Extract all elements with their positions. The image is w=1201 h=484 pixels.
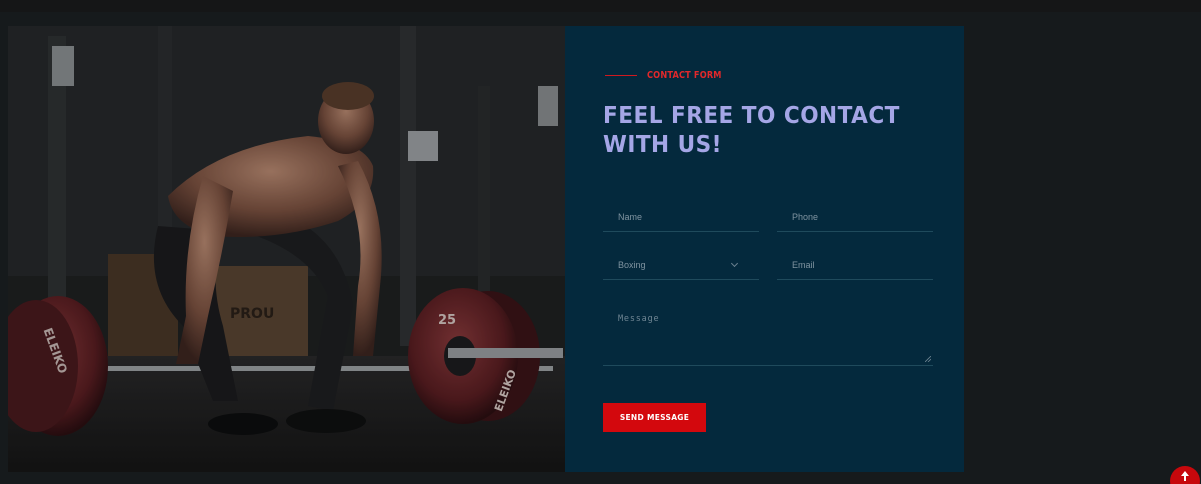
deadlift-illustration: PROU ELEIKO 25 ELEIKO	[8, 26, 565, 472]
phone-field[interactable]	[777, 202, 933, 232]
message-field[interactable]	[603, 306, 933, 366]
message-textarea[interactable]	[603, 306, 933, 365]
send-message-button[interactable]: SEND MESSAGE	[603, 403, 706, 432]
top-strip	[0, 0, 1201, 12]
email-field[interactable]	[777, 250, 933, 280]
section-eyebrow: CONTACT FORM	[605, 70, 738, 81]
resize-grip-icon[interactable]	[925, 356, 931, 362]
gym-photo: PROU ELEIKO 25 ELEIKO	[8, 26, 565, 472]
eyebrow-label: CONTACT FORM	[647, 70, 722, 81]
name-input[interactable]	[603, 202, 759, 231]
contact-headline: FEEL FREE TO CONTACT WITH US!	[603, 103, 900, 158]
phone-input[interactable]	[777, 202, 933, 231]
email-input[interactable]	[777, 250, 933, 279]
eyebrow-line	[605, 75, 637, 76]
arrow-up-icon	[1181, 471, 1189, 481]
name-field[interactable]	[603, 202, 759, 232]
service-select[interactable]: Boxing	[603, 250, 759, 280]
contact-panel: CONTACT FORM FEEL FREE TO CONTACT WITH U…	[565, 26, 964, 472]
page: PROU ELEIKO 25 ELEIKO CONTACT FORM FEEL …	[0, 0, 1201, 484]
scroll-to-top-button[interactable]	[1170, 466, 1200, 484]
